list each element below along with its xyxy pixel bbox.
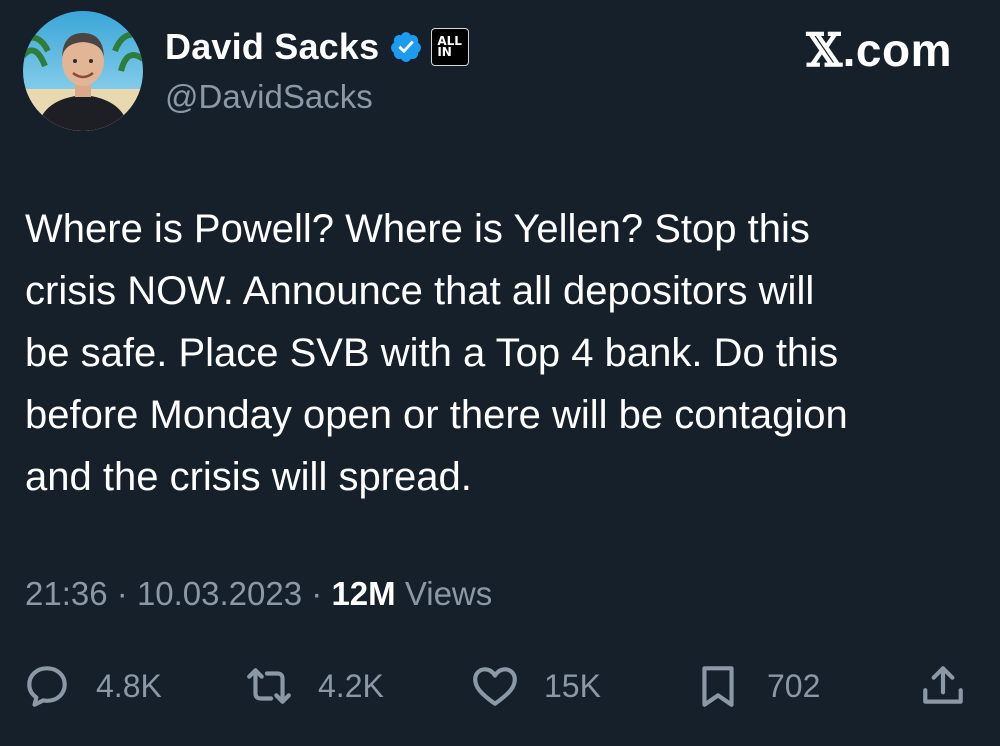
affiliation-badge[interactable]: ALL IN xyxy=(431,28,470,66)
repost-button[interactable]: 4.2K xyxy=(244,658,384,714)
bookmark-count: 702 xyxy=(767,667,821,704)
meta-separator: · xyxy=(311,575,323,612)
author-display-name[interactable]: David Sacks xyxy=(165,26,379,68)
repost-count: 4.2K xyxy=(318,667,384,704)
tweet-meta: 21:36 · 10.03.2023 · 12M Views xyxy=(25,575,492,613)
author-handle[interactable]: @DavidSacks xyxy=(165,78,373,116)
reply-count: 4.8K xyxy=(96,667,162,704)
verified-badge-icon xyxy=(391,32,422,62)
reply-button[interactable]: 4.8K xyxy=(22,658,162,714)
x-logo-icon: 𝕏 xyxy=(806,23,843,77)
site-logo: 𝕏.com xyxy=(806,23,952,77)
meta-separator: · xyxy=(116,575,128,612)
like-button[interactable]: 15K xyxy=(470,658,601,714)
author-avatar[interactable] xyxy=(23,11,143,131)
views-label[interactable]: Views xyxy=(405,575,492,612)
share-button[interactable] xyxy=(918,658,968,714)
repost-icon xyxy=(247,668,291,704)
tweet-text: Where is Powell? Where is Yellen? Stop t… xyxy=(25,207,848,499)
action-bar: 4.8K 4.2K 15K 702 xyxy=(0,658,1000,714)
reply-icon xyxy=(27,666,67,707)
tweet-date[interactable]: 10.03.2023 xyxy=(137,575,302,612)
site-logo-suffix: .com xyxy=(842,24,952,76)
like-count: 15K xyxy=(544,667,601,704)
bookmark-button[interactable]: 702 xyxy=(693,658,820,714)
tweet-time[interactable]: 21:36 xyxy=(25,575,108,612)
author-name-row: David Sacks ALL IN xyxy=(165,24,470,70)
share-icon xyxy=(923,666,963,704)
like-icon xyxy=(473,667,517,706)
affiliation-badge-line2: IN xyxy=(437,45,452,59)
views-count[interactable]: 12M xyxy=(331,575,395,612)
bookmark-icon xyxy=(702,666,734,707)
